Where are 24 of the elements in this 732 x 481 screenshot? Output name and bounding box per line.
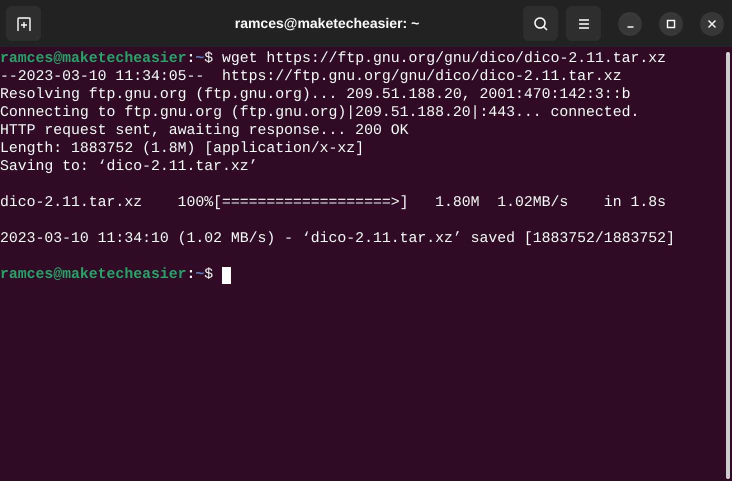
close-icon [707, 18, 717, 28]
menu-button[interactable] [566, 6, 601, 41]
terminal-line: ramces@maketecheasier:~$ [0, 266, 214, 284]
maximize-icon [666, 18, 676, 28]
minimize-icon [626, 26, 634, 28]
terminal-line: 2023-03-10 11:34:10 (1.02 MB/s) - ‘dico-2.11.tar.xz’ saved [1883752/1883752] [0, 230, 675, 248]
menu-icon [576, 18, 590, 30]
terminal-line: Length: 1883752 (1.8M) [application/x-xz] [0, 140, 364, 158]
terminal-line: Connecting to ftp.gnu.org (ftp.gnu.org)|209.51.188.20|:443... connected. [0, 104, 640, 122]
scrollbar[interactable] [726, 52, 730, 479]
new-tab-button[interactable] [6, 6, 41, 41]
terminal-line: dico-2.11.tar.xz 100%[===================>] 1.80M 1.02MB/s in 1.8s [0, 194, 666, 212]
search-button[interactable] [523, 6, 558, 41]
close-button[interactable] [700, 12, 724, 36]
minimize-button[interactable] [618, 12, 642, 36]
window-title: ramces@maketecheasier: ~ [234, 14, 420, 33]
terminal-line: --2023-03-10 11:34:05-- https://ftp.gnu.org/gnu/dico/dico-2.11.tar.xz [0, 68, 622, 86]
terminal-line: Saving to: ‘dico-2.11.tar.xz’ [0, 158, 258, 176]
terminal-line: HTTP request sent, awaiting response... 200 OK [0, 122, 408, 140]
terminal-line: ramces@maketecheasier:~$ wget https://ftp.gnu.org/gnu/dico/dico-2.11.tar.xz [0, 50, 666, 68]
new-tab-icon [16, 16, 32, 32]
search-icon [532, 16, 548, 32]
maximize-button[interactable] [659, 12, 683, 36]
terminal-line: Resolving ftp.gnu.org (ftp.gnu.org)... 209.51.188.20, 2001:470:142:3::b [0, 86, 630, 104]
